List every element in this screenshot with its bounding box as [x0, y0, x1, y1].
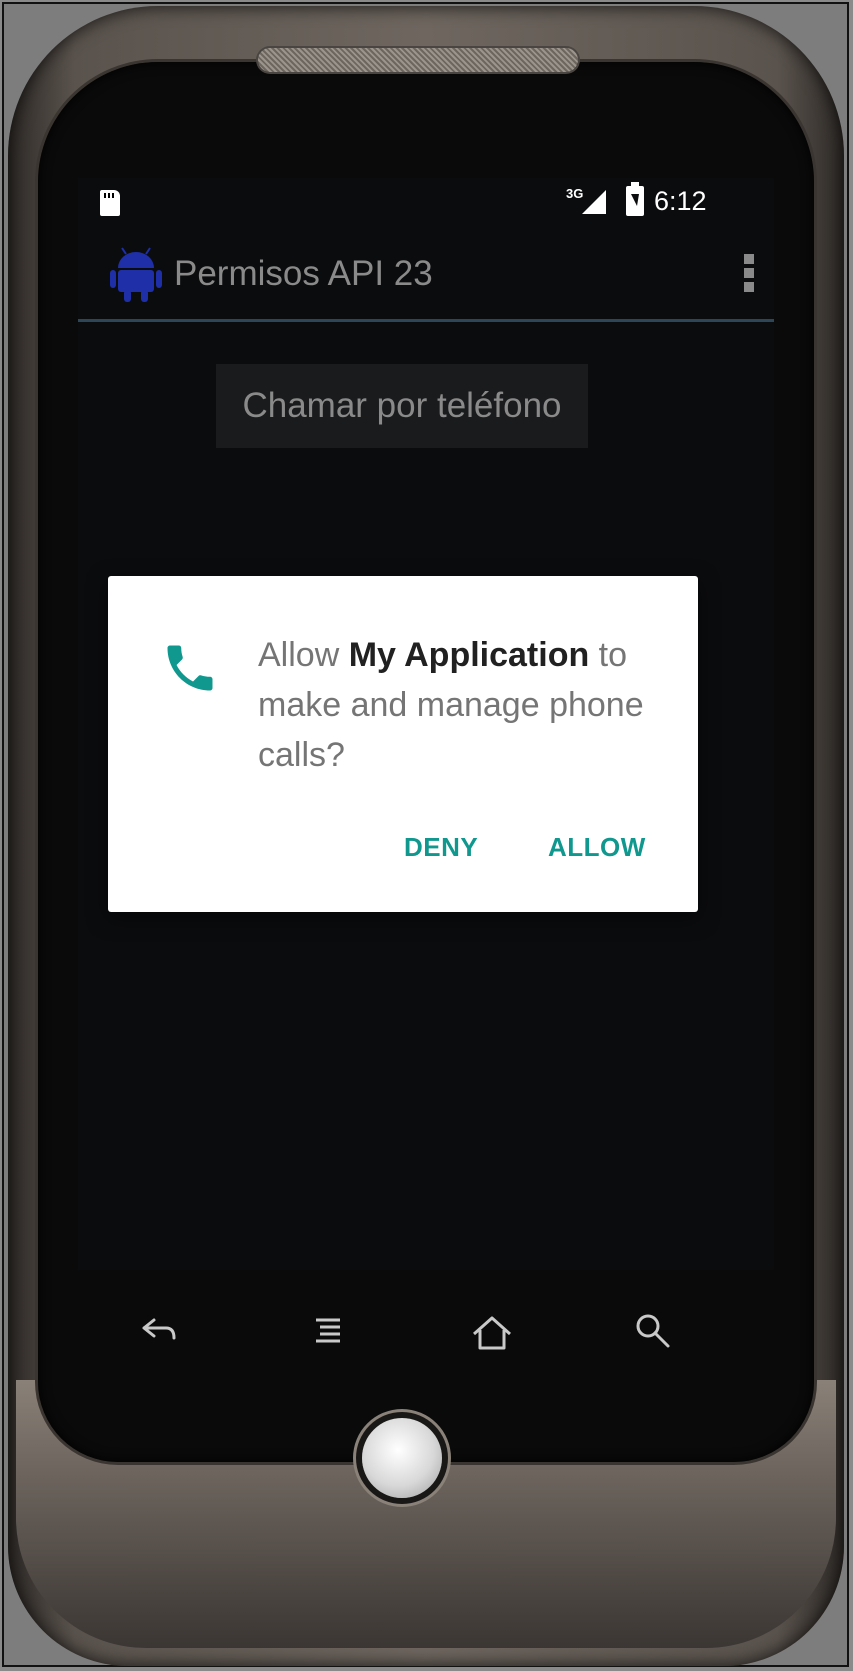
battery-charging-icon: [626, 182, 644, 216]
deny-button[interactable]: DENY: [404, 832, 478, 863]
overflow-menu-icon[interactable]: [744, 254, 756, 300]
network-type-label: 3G: [566, 186, 584, 201]
app-action-bar: Permisos API 23: [78, 228, 774, 322]
permission-dialog: Allow My Application to make and manage …: [108, 576, 698, 912]
call-phone-button[interactable]: Chamar por teléfono: [216, 364, 588, 448]
status-bar: 3G 6:12: [78, 178, 774, 228]
home-icon[interactable]: [464, 1304, 520, 1360]
permission-message: Allow My Application to make and manage …: [258, 630, 668, 780]
softkey-bar: [78, 1270, 774, 1400]
search-icon[interactable]: [626, 1304, 682, 1360]
allow-button[interactable]: ALLOW: [548, 832, 646, 863]
sd-card-icon: [100, 190, 120, 216]
phone-icon: [167, 645, 213, 691]
app-title: Permisos API 23: [174, 254, 433, 293]
status-clock: 6:12: [654, 186, 707, 216]
device-screen: 3G 6:12 Permisos API 23 Chamar por teléf…: [78, 178, 774, 1270]
back-icon[interactable]: [130, 1304, 186, 1360]
menu-icon[interactable]: [300, 1304, 356, 1360]
signal-icon: [582, 190, 606, 214]
hardware-trackball-button[interactable]: [362, 1418, 442, 1498]
android-app-icon: [110, 247, 162, 302]
app-name: My Application: [348, 636, 590, 674]
earpiece-speaker: [258, 48, 578, 72]
message-prefix: Allow: [258, 636, 349, 674]
